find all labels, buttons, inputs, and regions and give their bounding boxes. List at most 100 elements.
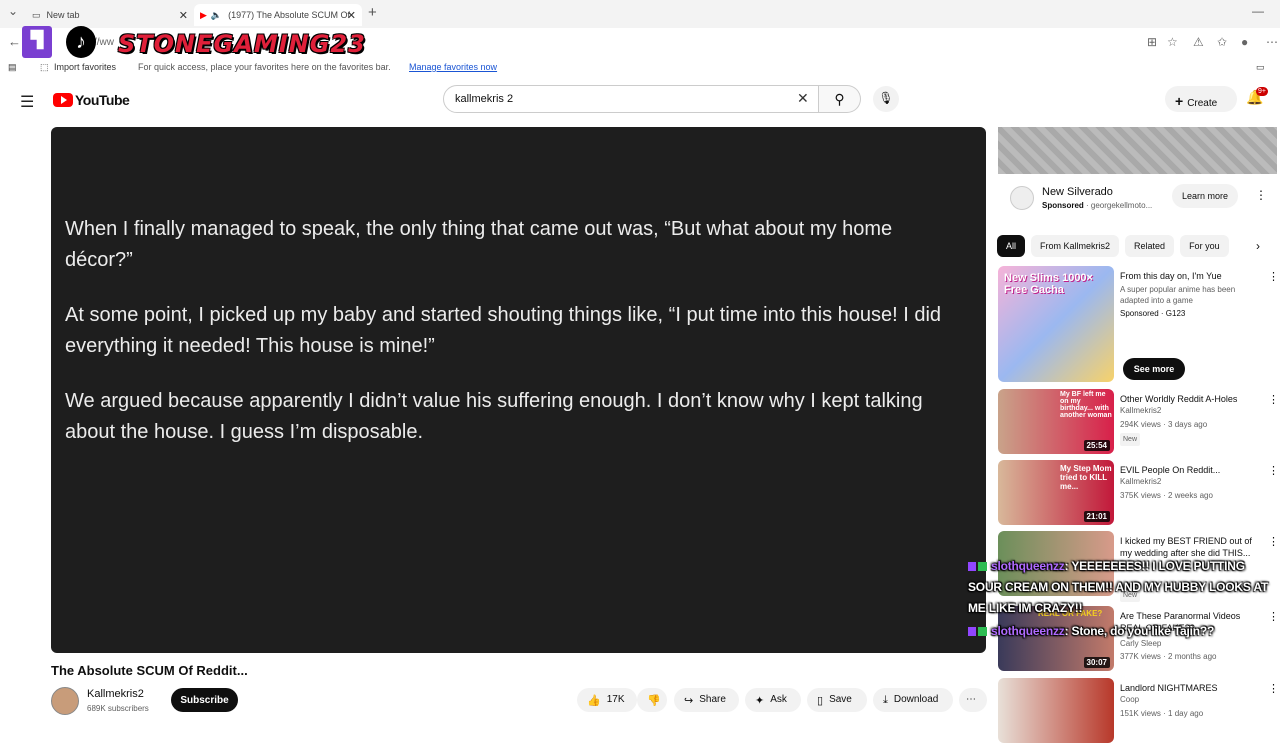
video-duration: 25:54 [1083,440,1110,451]
more-vertical-icon[interactable]: ⋮ [1268,393,1279,406]
more-actions-button[interactable]: ⋯ [959,688,987,712]
more-options-icon[interactable]: ⋯ [1266,35,1278,49]
import-icon: ⬚ [40,62,49,72]
close-tab-icon[interactable]: ✕ [347,9,356,22]
chat-username: slothqueenzz [991,624,1065,638]
thumbnail-text: My BF left me on my birthday... with ano… [1060,391,1112,419]
tiktok-logo-icon: ♪ [66,26,96,58]
video-title: EVIL People On Reddit... [1120,465,1221,475]
video-stats: 377K views · 2 months ago [1120,652,1217,661]
video-thumbnail[interactable] [998,678,1114,743]
list-item[interactable]: New Slims 1000× Free Gacha From this day… [998,266,1279,384]
chevron-right-icon[interactable]: › [1256,239,1260,253]
hamburger-menu-icon[interactable]: ☰ [20,92,34,112]
voice-search-button[interactable]: 🎙 [873,86,899,112]
advertiser-logo [1010,186,1034,210]
video-thumbnail[interactable]: New Slims 1000× Free Gacha [998,266,1114,382]
import-favorites-button[interactable]: Import favorites [54,62,116,72]
search-icon: ⚲ [834,91,845,107]
download-label: Download [893,694,939,705]
ad-banner-image[interactable] [998,127,1277,174]
tab-icon: ▭ [32,9,41,20]
browser-tab-bar: ⌄ ▭ New tab ✕ ▶ 🔈 (1977) The Absolute SC… [0,0,1280,28]
search-button[interactable]: ⚲ [819,85,861,113]
subscribe-button[interactable]: Subscribe [171,688,238,712]
chat-message: slothqueenzz: Stone, do you like Tajin?? [968,621,1273,642]
search-input[interactable]: kallmekris 2 [443,85,819,113]
thumbs-down-icon: 👎 [647,695,661,707]
profile-avatar-icon[interactable]: ● [1241,35,1248,49]
video-title: The Absolute SCUM Of Reddit... [51,663,248,678]
ad-menu-icon[interactable]: ⋮ [1255,188,1267,202]
list-item[interactable]: My Step Mom tried to KILL me... 21:01 EV… [998,460,1279,526]
twitch-badge-icon [968,562,976,572]
extension-icon[interactable]: ⚠ [1193,35,1204,49]
tab-list-icon[interactable]: ⌄ [8,4,18,18]
more-vertical-icon[interactable]: ⋮ [1268,270,1279,283]
ask-button[interactable]: ✦ Ask [745,688,801,712]
share-label: Share [699,694,726,705]
audio-playing-icon[interactable]: 🔈 [211,10,222,21]
dislike-button[interactable]: 👎 [637,688,667,712]
new-tab-plus-icon[interactable]: + [368,4,377,21]
close-tab-icon[interactable]: ✕ [179,9,188,22]
list-item[interactable]: Landlord NIGHTMARES Coop 151K views · 1 … [998,678,1279,743]
download-icon: ⤓ [883,694,888,706]
channel-name[interactable]: Kallmekris2 [87,688,144,700]
sponsored-line: Sponsored · G123 [1120,309,1186,318]
more-vertical-icon[interactable]: ⋮ [1268,682,1279,695]
minimize-icon[interactable]: — [1252,4,1264,18]
video-text-paragraph: At some point, I picked up my baby and s… [65,304,942,357]
sidebar-toggle-icon[interactable]: ▤ [8,62,17,73]
more-vertical-icon[interactable]: ⋮ [1268,535,1279,548]
see-more-button[interactable]: See more [1123,358,1185,380]
clear-search-icon[interactable]: ✕ [797,90,809,107]
create-label: Create [1187,98,1218,109]
twitch-logo-icon: ▜ [22,26,52,58]
download-button[interactable]: ⤓ Download [873,688,953,712]
save-label: Save [829,694,852,705]
chip-for-you[interactable]: For you [1180,235,1229,257]
chip-all[interactable]: All [997,235,1026,257]
video-thumbnail[interactable]: My BF left me on my birthday... with ano… [998,389,1114,454]
video-stats: 294K views · 3 days ago [1120,420,1208,429]
check-badge-icon [978,562,987,572]
tab-new-tab[interactable]: ▭ New tab ✕ [26,4,194,26]
youtube-logo[interactable]: YouTube [53,92,130,108]
video-title: From this day on, I'm Yue [1120,271,1222,281]
chat-message: slothqueenzz: YEEEEEEES!! I LOVE PUTTING… [968,556,1273,619]
video-title: Other Worldly Reddit A-Holes [1120,394,1238,404]
like-button[interactable]: 👍 17K [577,688,637,712]
subscriber-count: 689K subscribers [87,704,149,713]
learn-more-button[interactable]: Learn more [1172,184,1238,208]
favorites-icon[interactable]: ✩ [1217,35,1227,49]
share-button[interactable]: ↪ Share [674,688,739,712]
list-item[interactable]: My BF left me on my birthday... with ano… [998,389,1279,455]
twitch-badge-icon [968,627,976,637]
manage-favorites-link[interactable]: Manage favorites now [409,62,497,72]
video-duration: 21:01 [1083,511,1110,522]
save-button[interactable]: ▯ Save [807,688,867,712]
channel-avatar[interactable] [51,687,79,715]
ad-title[interactable]: New Silverado [1042,186,1113,198]
video-duration: 30:07 [1083,657,1110,668]
create-button[interactable]: + Create [1165,86,1237,112]
video-stats: 375K views · 2 weeks ago [1120,491,1213,500]
channel-name: Coop [1120,695,1140,704]
ad-desc: A super popular anime has been [1120,285,1236,294]
search-value: kallmekris 2 [455,93,514,105]
chip-from-channel[interactable]: From Kallmekris2 [1031,235,1120,257]
chip-related[interactable]: Related [1125,235,1175,257]
microphone-icon: 🎙 [878,91,894,105]
recommendation-filter-chips: All From Kallmekris2 Related For you [997,235,1229,257]
video-text-paragraph: We argued because apparently I didn’t va… [65,390,923,443]
favorite-star-icon[interactable]: ☆ [1167,35,1178,49]
app-available-icon[interactable]: ⊞ [1147,35,1157,49]
video-thumbnail[interactable]: My Step Mom tried to KILL me... 21:01 [998,460,1114,525]
address-text: //ww [94,37,114,48]
tab-youtube-video[interactable]: ▶ 🔈 (1977) The Absolute SCUM Of ✕ [194,4,362,26]
video-player[interactable]: When I finally managed to speak, the onl… [51,127,986,653]
back-arrow-icon[interactable]: ← [8,34,21,49]
more-vertical-icon[interactable]: ⋮ [1268,464,1279,477]
other-favorites-icon[interactable]: ▭ [1256,62,1265,73]
